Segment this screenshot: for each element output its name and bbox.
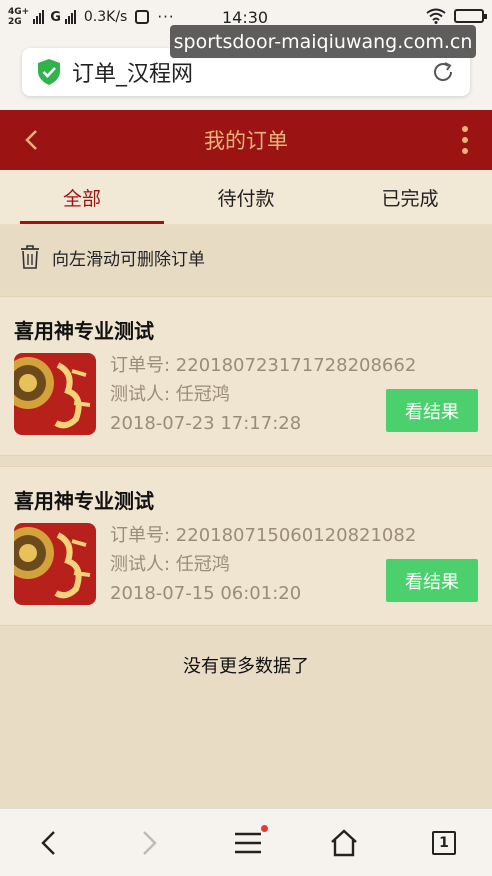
view-result-button[interactable]: 看结果 xyxy=(386,389,478,432)
network-4g-label: 4G+ xyxy=(8,7,30,17)
chevron-right-icon[interactable] xyxy=(132,827,164,859)
trash-icon xyxy=(21,245,39,269)
order-title: 喜用神专业测试 xyxy=(14,319,154,343)
order-title: 喜用神专业测试 xyxy=(14,489,154,513)
more-notifications: ··· xyxy=(157,8,175,26)
swipe-delete-tip: 向左滑动可删除订单 xyxy=(0,226,492,288)
order-info: 订单号: 220180715060120821082 测试人: 任冠鸿 2018… xyxy=(110,521,416,608)
order-datetime: 2018-07-15 06:01:20 xyxy=(110,583,302,604)
browser-bottom-nav: 1 xyxy=(0,808,492,876)
refresh-icon[interactable] xyxy=(430,59,456,85)
order-info: 订单号: 220180723171728208662 测试人: 任冠鸿 2018… xyxy=(110,351,416,438)
order-tester: 测试人: 任冠鸿 xyxy=(110,384,230,405)
product-thumbnail xyxy=(14,523,96,605)
home-icon[interactable] xyxy=(328,827,360,859)
order-tester: 测试人: 任冠鸿 xyxy=(110,554,230,575)
network-speed: 0.3K/s xyxy=(83,9,128,25)
tabs-icon: 1 xyxy=(432,831,456,855)
order-tabs: 全部 待付款 已完成 xyxy=(0,170,492,224)
page-title: 订单_汉程网 xyxy=(72,62,194,87)
view-result-button[interactable]: 看结果 xyxy=(386,559,478,602)
tab-completed[interactable]: 已完成 xyxy=(328,170,492,224)
network-indicator: 4G+ 2G xyxy=(8,7,29,27)
app-notification-icon xyxy=(135,10,150,24)
order-number: 订单号: 220180715060120821082 xyxy=(110,525,417,546)
more-vertical-icon[interactable] xyxy=(460,126,470,154)
menu-icon xyxy=(235,832,261,854)
header-title: 我的订单 xyxy=(204,129,288,153)
watermark: sportsdoor-maiqiuwang.com.cn xyxy=(170,25,476,58)
order-number: 订单号: 220180723171728208662 xyxy=(110,355,417,376)
signal-icon xyxy=(33,10,45,24)
order-card[interactable]: 喜用神专业测试 订单号: 220180723171728208662 测试人: … xyxy=(0,296,492,456)
battery-icon xyxy=(454,9,487,23)
no-more-data-text: 没有更多数据了 xyxy=(183,656,309,677)
product-thumbnail xyxy=(14,353,96,435)
back-arrow-icon[interactable] xyxy=(18,124,48,156)
order-datetime: 2018-07-23 17:17:28 xyxy=(110,413,302,434)
signal-icon-2 xyxy=(64,10,76,24)
wifi-icon xyxy=(426,8,446,24)
tab-pending-payment[interactable]: 待付款 xyxy=(164,170,328,224)
tab-all[interactable]: 全部 xyxy=(0,170,164,224)
app-header: 我的订单 xyxy=(0,110,492,170)
chevron-left-icon[interactable] xyxy=(34,827,66,859)
tip-text: 向左滑动可删除订单 xyxy=(52,249,205,270)
network-g-label: G xyxy=(50,9,61,25)
shield-check-icon xyxy=(38,59,60,85)
menu-button[interactable] xyxy=(232,825,268,859)
order-card[interactable]: 喜用神专业测试 订单号: 220180715060120821082 测试人: … xyxy=(0,466,492,626)
tabs-button[interactable]: 1 xyxy=(428,827,460,859)
network-2g-label: 2G xyxy=(8,17,22,27)
notification-dot xyxy=(261,825,268,832)
